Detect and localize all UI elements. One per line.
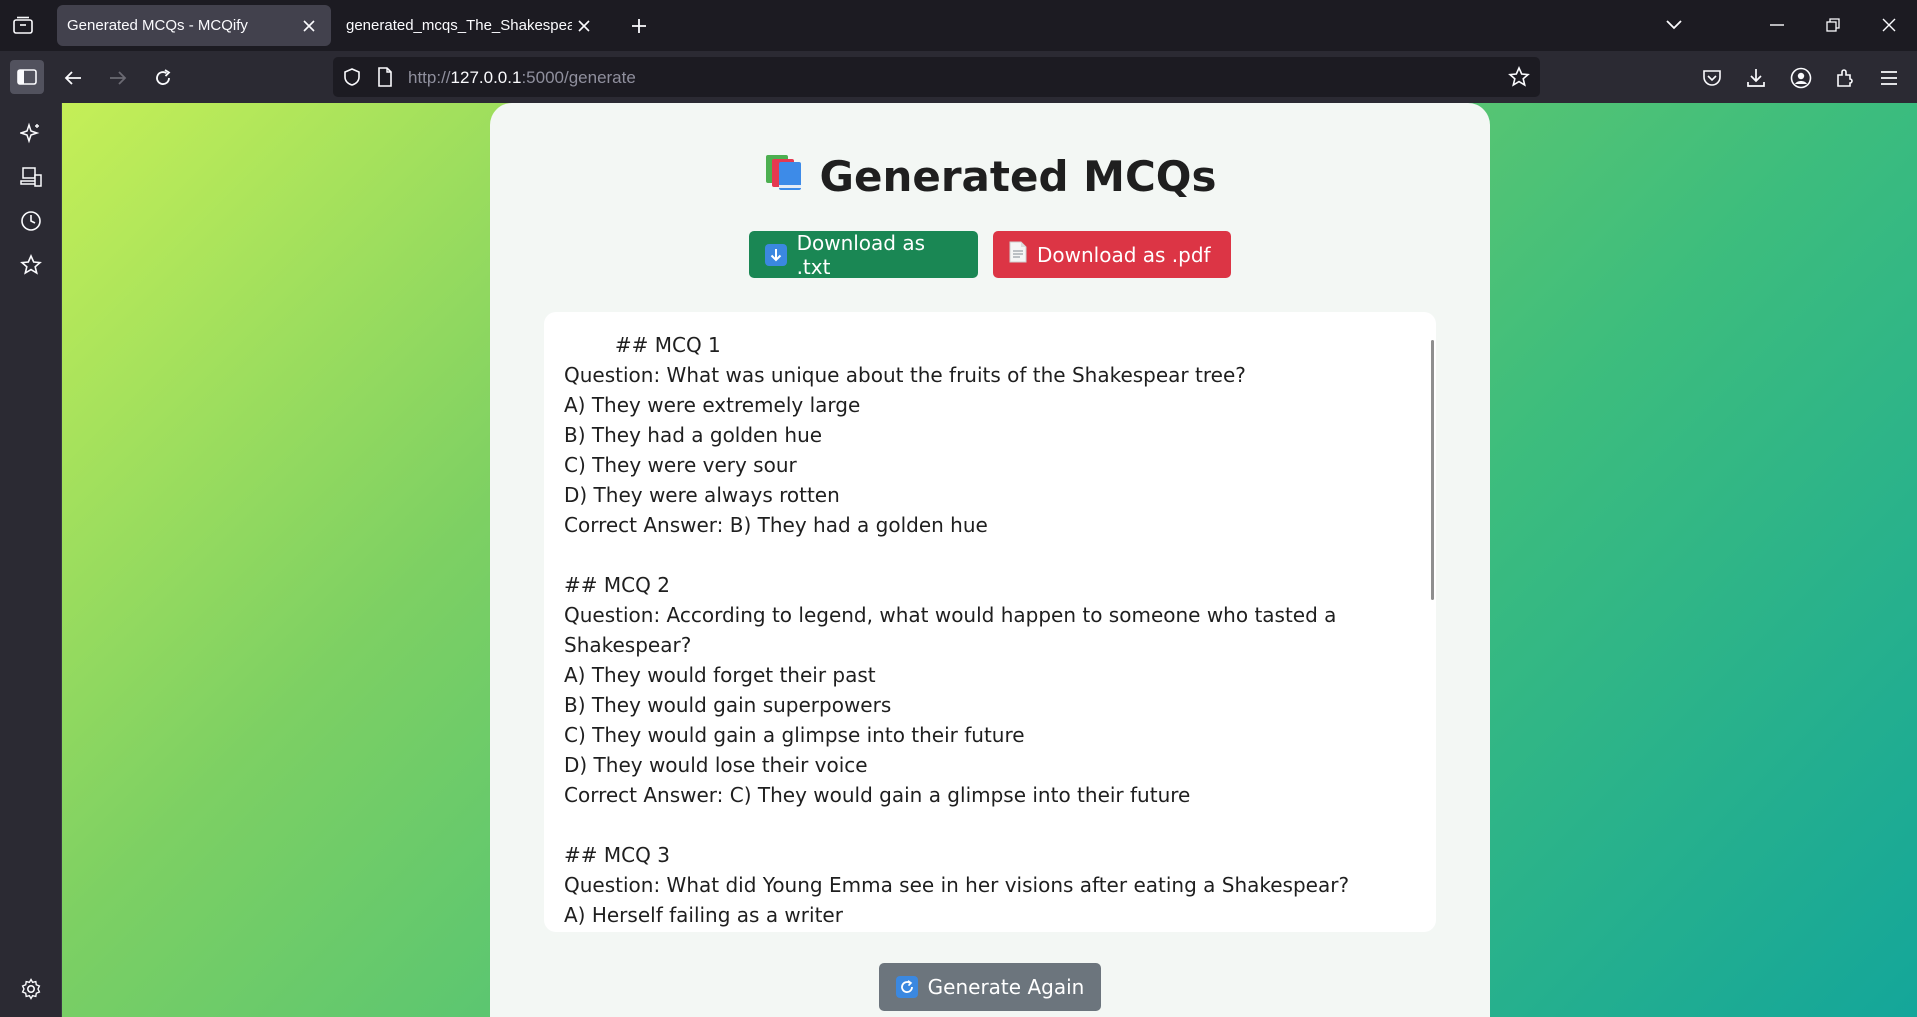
forward-icon[interactable]	[104, 64, 132, 92]
account-icon[interactable]	[1787, 64, 1815, 92]
reload-icon[interactable]	[149, 64, 177, 92]
generate-again-label: Generate Again	[927, 975, 1085, 999]
tab-list-icon[interactable]	[10, 12, 36, 38]
minimize-icon[interactable]	[1763, 12, 1791, 38]
download-txt-label: Download as .txt	[796, 230, 926, 279]
synced-tabs-icon[interactable]	[17, 163, 45, 191]
downloads-icon[interactable]	[1742, 64, 1770, 92]
page-title-text: Generated MCQs	[819, 151, 1217, 201]
mcq-output-textarea[interactable]: ## MCQ 1 Question: What was unique about…	[544, 312, 1436, 932]
chevron-down-icon[interactable]	[1660, 12, 1688, 38]
menu-icon[interactable]	[1875, 64, 1903, 92]
url-text[interactable]: http://127.0.0.1:5000/generate	[408, 68, 636, 88]
url-path: :5000/generate	[521, 68, 636, 87]
sidebar-toggle-icon[interactable]	[10, 60, 44, 94]
browser-sidebar	[0, 103, 62, 1017]
extensions-icon[interactable]	[1831, 64, 1859, 92]
page-icon[interactable]	[377, 67, 393, 91]
refresh-icon	[895, 976, 918, 998]
document-icon	[1009, 241, 1027, 268]
pocket-icon[interactable]	[1698, 64, 1726, 92]
books-icon	[764, 151, 806, 201]
bookmark-star-icon[interactable]	[1508, 66, 1530, 92]
close-icon[interactable]	[572, 14, 596, 38]
download-arrow-icon	[765, 243, 787, 266]
close-window-icon[interactable]	[1875, 12, 1903, 38]
settings-gear-icon[interactable]	[17, 975, 45, 1003]
page-content: Generated MCQs Download as .txt Download…	[62, 103, 1917, 1017]
ai-chatbot-icon[interactable]	[17, 119, 45, 147]
page-title: Generated MCQs	[490, 151, 1490, 201]
tab-title: generated_mcqs_The_Shakespear_E	[346, 17, 572, 34]
navigation-bar: http://127.0.0.1:5000/generate	[0, 51, 1917, 103]
restore-icon[interactable]	[1819, 12, 1847, 38]
tab-strip: Generated MCQs - MCQify generated_mcqs_T…	[0, 0, 1917, 51]
tab-generated-mcqs[interactable]: Generated MCQs - MCQify	[57, 5, 331, 46]
generate-again-button[interactable]: Generate Again	[879, 963, 1101, 1011]
url-prefix: http://	[408, 68, 451, 87]
tab-generated-mcqs-file[interactable]: generated_mcqs_The_Shakespear_E	[336, 5, 606, 46]
tab-title: Generated MCQs - MCQify	[67, 17, 248, 34]
scrollbar[interactable]	[1431, 340, 1434, 600]
mcq-text: ## MCQ 1 Question: What was unique about…	[564, 333, 1350, 927]
history-icon[interactable]	[17, 207, 45, 235]
mcq-card: Generated MCQs Download as .txt Download…	[490, 103, 1490, 1017]
url-host: 127.0.0.1	[450, 68, 522, 87]
back-icon[interactable]	[59, 64, 87, 92]
url-bar[interactable]: http://127.0.0.1:5000/generate	[333, 57, 1540, 97]
download-txt-button[interactable]: Download as .txt	[749, 230, 978, 279]
download-buttons: Download as .txt Download as .pdf	[490, 230, 1490, 279]
shield-icon[interactable]	[342, 67, 362, 91]
bookmarks-icon[interactable]	[17, 251, 45, 279]
new-tab-icon[interactable]	[626, 13, 652, 39]
download-pdf-label: Download as .pdf	[1037, 242, 1211, 267]
download-pdf-button[interactable]: Download as .pdf	[993, 231, 1231, 278]
close-icon[interactable]	[297, 14, 321, 38]
